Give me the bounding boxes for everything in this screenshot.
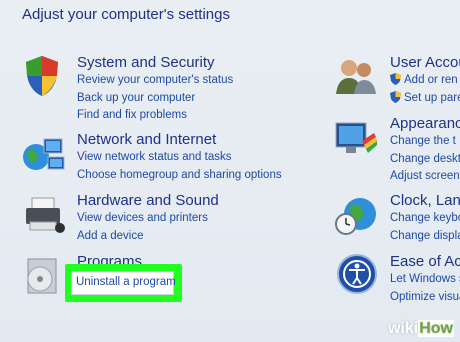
review-status-link[interactable]: Review your computer's status (77, 72, 233, 90)
change-keyboards-link[interactable]: Change keybo (390, 210, 460, 228)
view-network-status-link[interactable]: View network status and tasks (77, 149, 282, 167)
clock-language-title[interactable]: Clock, Lang (390, 192, 460, 209)
watermark-how: How (418, 320, 454, 337)
ease-of-access-title[interactable]: Ease of Acc (390, 253, 460, 270)
uninstall-program-link[interactable]: Uninstall a program (76, 276, 176, 288)
add-remove-label: Add or ren (404, 74, 458, 86)
add-remove-accounts-link[interactable]: Add or ren (390, 72, 460, 90)
page-heading: Adjust your computer's settings (22, 6, 230, 23)
add-device-link[interactable]: Add a device (77, 228, 208, 246)
uac-shield-icon (390, 90, 401, 103)
system-security-title[interactable]: System and Security (77, 54, 215, 71)
optimize-visual-link[interactable]: Optimize visua (390, 289, 460, 307)
hardware-sound-title[interactable]: Hardware and Sound (77, 192, 219, 209)
printer-icon (22, 196, 66, 240)
parental-controls-link[interactable]: Set up pare (390, 90, 460, 108)
appearance-title[interactable]: Appearance (390, 115, 460, 132)
homegroup-sharing-link[interactable]: Choose homegroup and sharing options (77, 167, 282, 185)
users-icon (334, 56, 378, 100)
ease-of-access-icon (336, 253, 380, 297)
network-internet-title[interactable]: Network and Internet (77, 131, 216, 148)
back-up-link[interactable]: Back up your computer (77, 90, 233, 108)
find-fix-link[interactable]: Find and fix problems (77, 107, 233, 125)
clock-globe-icon (334, 194, 378, 238)
adjust-resolution-link[interactable]: Adjust screen r (390, 168, 460, 186)
shield-icon (22, 54, 66, 98)
user-accounts-title[interactable]: User Accou (390, 54, 460, 71)
change-desktop-link[interactable]: Change deskto (390, 151, 460, 169)
watermark-wiki: wiki (387, 320, 419, 337)
change-display-language-link[interactable]: Change display (390, 228, 460, 246)
uac-shield-icon (390, 73, 401, 85)
parental-controls-label: Set up pare (404, 91, 460, 104)
devices-printers-link[interactable]: View devices and printers (77, 210, 208, 228)
change-theme-link[interactable]: Change the t (390, 133, 460, 151)
programs-disc-icon (22, 255, 66, 299)
let-windows-suggest-link[interactable]: Let Windows s (390, 271, 460, 289)
network-globe-icon (22, 133, 66, 177)
monitor-paint-icon (334, 119, 378, 163)
wikihow-watermark: wikiHow (388, 320, 454, 338)
